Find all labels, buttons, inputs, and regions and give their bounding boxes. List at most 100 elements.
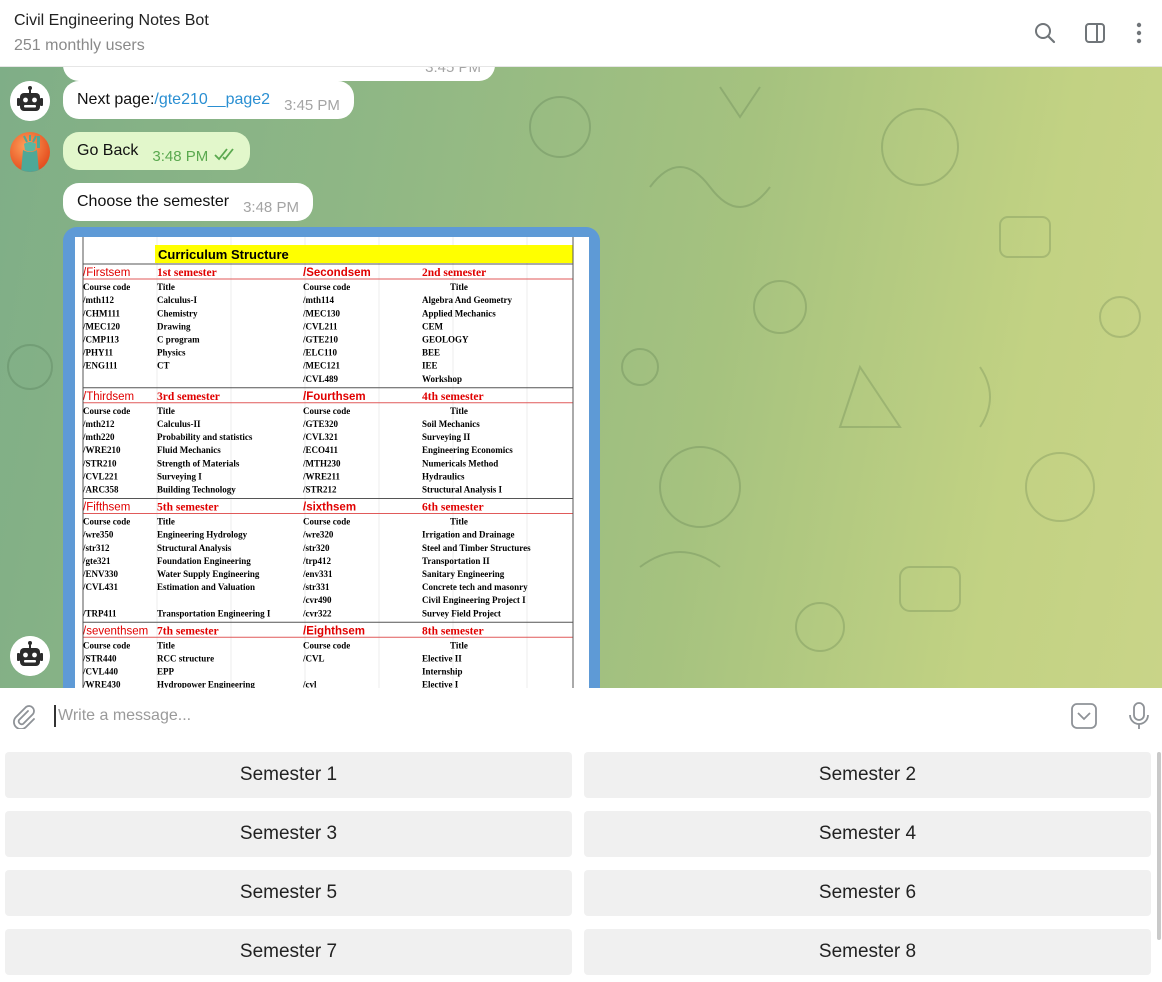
course-cell: Elective II xyxy=(422,654,462,664)
course-cell: /MEC121 xyxy=(302,361,340,371)
semester-6-button[interactable]: Semester 6 xyxy=(584,870,1151,916)
curriculum-table: Curriculum Structure/Firstsem 1st semeste… xyxy=(82,237,574,688)
semester-label: 3rd semester xyxy=(157,391,220,403)
course-cell: /CVL440 xyxy=(82,667,119,677)
semester-command: /seventhsem xyxy=(83,625,148,637)
column-header: Course code xyxy=(83,517,130,527)
course-cell: /GTE320 xyxy=(302,419,339,429)
go-back-message[interactable]: Go Back 3:48 PM xyxy=(63,132,251,170)
course-cell: /str331 xyxy=(302,582,330,592)
bot-avatar[interactable] xyxy=(10,81,50,121)
course-cell: /mth114 xyxy=(302,295,335,305)
sidebar-toggle-icon[interactable] xyxy=(1082,20,1108,46)
statue-of-liberty-icon xyxy=(21,135,40,172)
course-cell: /CVL xyxy=(302,654,325,664)
semester-5-button[interactable]: Semester 5 xyxy=(5,870,572,916)
course-cell: Calculus-I xyxy=(157,295,198,305)
course-cell: /ECO411 xyxy=(302,445,339,455)
keyboard-scrollbar[interactable] xyxy=(1157,752,1161,940)
chat-area[interactable]: 3:45 PM Next page: /gte210__page2 3:45 P… xyxy=(0,67,1162,688)
course-cell: /wre320 xyxy=(302,530,334,540)
course-cell: /WRE430 xyxy=(82,680,121,688)
course-cell: Structural Analysis xyxy=(157,543,232,553)
course-cell: /CHM111 xyxy=(82,308,121,318)
course-cell: /STR210 xyxy=(82,458,117,468)
course-cell: /PHY11 xyxy=(82,348,114,358)
next-page-link[interactable]: /gte210__page2 xyxy=(154,91,270,109)
course-cell: BEE xyxy=(422,348,440,358)
chat-title[interactable]: Civil Engineering Notes Bot xyxy=(14,12,209,30)
next-page-message[interactable]: Next page: /gte210__page2 3:45 PM xyxy=(63,81,354,119)
course-cell: /MEC130 xyxy=(302,308,340,318)
message-input[interactable] xyxy=(54,705,954,727)
semester-command: /Fifthsem xyxy=(83,502,130,514)
semester-2-button[interactable]: Semester 2 xyxy=(584,752,1151,798)
course-cell: /ENV330 xyxy=(82,569,119,579)
next-page-prefix: Next page: xyxy=(77,91,155,108)
course-cell: Algebra And Geometry xyxy=(422,295,512,305)
semester-7-button[interactable]: Semester 7 xyxy=(5,929,572,975)
curriculum-image-message[interactable]: Curriculum Structure/Firstsem 1st semeste… xyxy=(63,227,600,688)
course-cell: Probability and statistics xyxy=(157,432,253,442)
message-time: 3:48 PM xyxy=(152,147,209,165)
course-cell: Engineering Hydrology xyxy=(157,530,248,540)
course-cell: Hydropower Engineering xyxy=(157,680,255,688)
semester-label: 1st semester xyxy=(157,267,217,279)
message-text: Go Back xyxy=(77,142,139,159)
previous-message-bubble[interactable]: 3:45 PM xyxy=(63,67,495,81)
more-vertical-icon[interactable] xyxy=(1126,20,1152,46)
course-cell: C program xyxy=(157,335,200,345)
course-cell: Foundation Engineering xyxy=(157,556,251,566)
semester-1-button[interactable]: Semester 1 xyxy=(5,752,572,798)
semester-label: 2nd semester xyxy=(422,267,486,279)
column-header: Course code xyxy=(303,640,350,650)
course-cell: /mth112 xyxy=(82,295,115,305)
course-cell: /TRP411 xyxy=(82,608,117,618)
course-cell: Sanitary Engineering xyxy=(422,569,505,579)
course-cell: Strength of Materials xyxy=(157,458,240,468)
semester-label: 4th semester xyxy=(422,391,484,403)
column-header: Course code xyxy=(303,282,350,292)
course-cell: Hydraulics xyxy=(422,471,465,481)
user-avatar[interactable] xyxy=(10,132,50,172)
keyboard-toggle-icon[interactable] xyxy=(1070,702,1098,735)
column-header: Title xyxy=(157,640,175,650)
double-check-icon xyxy=(214,147,236,166)
course-cell: /CVL321 xyxy=(302,432,339,442)
semester-4-button[interactable]: Semester 4 xyxy=(584,811,1151,857)
course-cell: Structural Analysis I xyxy=(422,485,503,495)
course-cell: /WRE210 xyxy=(82,445,121,455)
course-cell: Transportation Engineering I xyxy=(157,608,271,618)
course-cell: Applied Mechanics xyxy=(422,308,496,318)
course-cell: /cvr322 xyxy=(302,608,332,618)
course-cell: Estimation and Valuation xyxy=(157,582,255,592)
semester-command: /Firstsem xyxy=(83,267,130,279)
course-cell: Physics xyxy=(157,348,186,358)
message-text: Choose the semester xyxy=(77,193,230,210)
course-cell: Surveying I xyxy=(157,471,202,481)
semester-8-button[interactable]: Semester 8 xyxy=(584,929,1151,975)
course-cell: Survey Field Project xyxy=(422,608,501,618)
course-cell: /ARC358 xyxy=(82,485,119,495)
course-cell: Elective I xyxy=(422,680,459,688)
course-cell: Workshop xyxy=(422,374,462,384)
semester-3-button[interactable]: Semester 3 xyxy=(5,811,572,857)
course-cell: CT xyxy=(157,361,170,371)
semester-label: 8th semester xyxy=(422,625,484,637)
message-composer xyxy=(0,688,1162,744)
course-cell: EPP xyxy=(157,667,175,677)
search-icon[interactable] xyxy=(1032,20,1058,46)
course-cell: Building Technology xyxy=(157,485,236,495)
microphone-icon[interactable] xyxy=(1126,701,1152,736)
paperclip-icon[interactable] xyxy=(10,703,36,734)
chat-subtitle: 251 monthly users xyxy=(14,37,145,54)
column-header: Course code xyxy=(303,406,350,416)
chat-header: Civil Engineering Notes Bot 251 monthly … xyxy=(0,0,1162,67)
semester-command: /Eighthsem xyxy=(303,625,365,637)
course-cell: /MEC120 xyxy=(82,321,120,331)
bot-avatar[interactable] xyxy=(10,636,50,676)
course-cell: /wre350 xyxy=(82,530,114,540)
course-cell: Drawing xyxy=(157,321,191,331)
choose-semester-message[interactable]: Choose the semester 3:48 PM xyxy=(63,183,313,221)
course-cell: /mth212 xyxy=(82,419,115,429)
